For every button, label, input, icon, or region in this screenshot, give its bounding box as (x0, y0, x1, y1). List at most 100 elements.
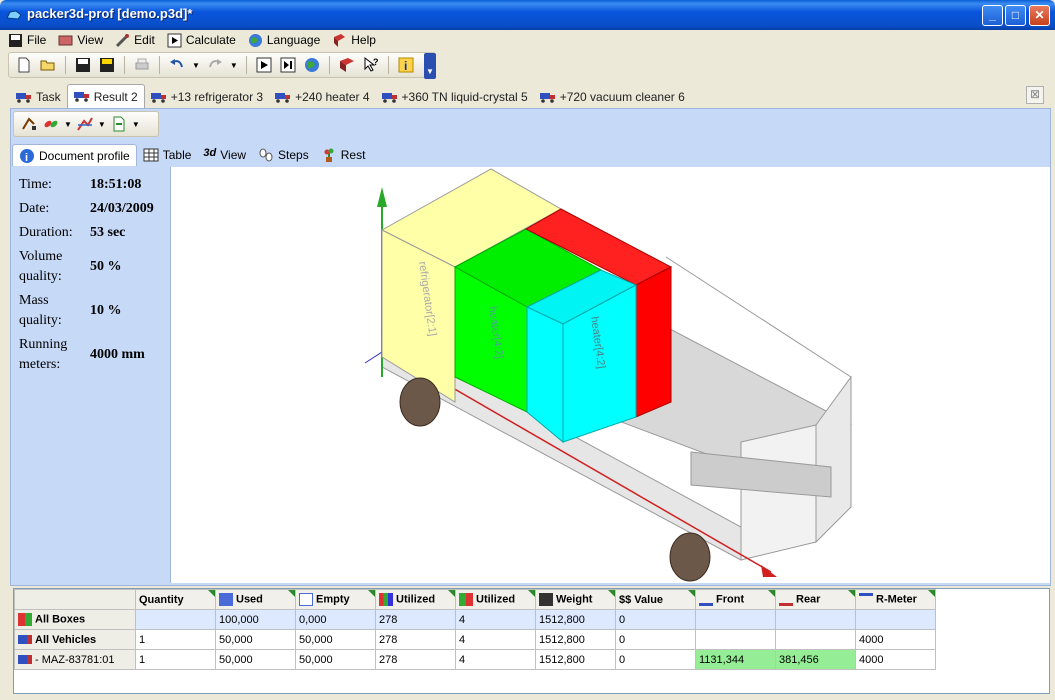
menu-edit[interactable]: Edit (111, 30, 163, 50)
table-icon (143, 148, 159, 162)
help-pointer-icon[interactable]: ? (362, 56, 380, 74)
minimize-button[interactable]: _ (982, 5, 1003, 26)
cell-used[interactable]: 100,000 (215, 609, 296, 630)
table-row-vehicle[interactable]: - MAZ-83781:01 1 50,000 50,000 278 4 151… (14, 649, 936, 670)
tab-refrigerator[interactable]: +13 refrigerator 3 (145, 86, 269, 108)
cell-utilized-types[interactable]: 4 (455, 649, 536, 670)
column-header-value[interactable]: $$ Value (615, 589, 696, 610)
row-header-all-vehicles[interactable]: All Vehicles (14, 629, 136, 650)
maximize-button[interactable]: □ (1005, 5, 1026, 26)
close-tab-button[interactable]: ⊠ (1026, 86, 1044, 104)
cell-empty[interactable]: 0,000 (295, 609, 376, 630)
column-header-r-meter[interactable]: R-Meter (855, 589, 936, 610)
cell-front[interactable]: 1131,344 (695, 649, 776, 670)
cell-utilized-count[interactable]: 278 (375, 649, 456, 670)
tab-liquid-crystal[interactable]: +360 TN liquid-crystal 5 (376, 86, 534, 108)
cell-r-meter[interactable] (855, 609, 936, 630)
chart-icon[interactable] (76, 115, 94, 133)
globe-icon[interactable] (303, 56, 321, 74)
tab-steps[interactable]: Steps (252, 144, 315, 166)
cell-quantity[interactable]: 1 (135, 649, 216, 670)
cell-weight[interactable]: 1512,800 (535, 629, 616, 650)
row-header-all-boxes[interactable]: All Boxes (14, 609, 136, 630)
close-button[interactable]: ✕ (1029, 5, 1050, 26)
redo-icon[interactable] (206, 56, 224, 74)
table-row-all-vehicles[interactable]: All Vehicles 1 50,000 50,000 278 4 1512,… (14, 629, 936, 650)
cell-quantity[interactable]: 1 (135, 629, 216, 650)
menu-language[interactable]: Language (244, 30, 328, 50)
undo-icon[interactable] (168, 56, 186, 74)
cell-rear[interactable] (775, 629, 856, 650)
new-file-icon[interactable] (15, 56, 33, 74)
cell-weight[interactable]: 1512,800 (535, 609, 616, 630)
tab-vacuum-cleaner[interactable]: +720 vacuum cleaner 6 (534, 86, 691, 108)
info-icon[interactable]: i (397, 56, 415, 74)
pills-dropdown-icon[interactable]: ▼ (64, 120, 72, 129)
toolbar-overflow-button[interactable]: ▼ (424, 53, 436, 79)
cell-rear[interactable]: 381,456 (775, 649, 856, 670)
run-icon[interactable] (255, 56, 273, 74)
tab-rest[interactable]: Rest (315, 144, 372, 166)
cell-utilized-count[interactable]: 278 (375, 609, 456, 630)
print-icon[interactable] (133, 56, 151, 74)
undo-dropdown-icon[interactable]: ▼ (192, 61, 200, 70)
menu-calculate[interactable]: Calculate (163, 30, 244, 50)
pills-icon[interactable] (42, 115, 60, 133)
open-folder-icon[interactable] (39, 56, 57, 74)
toolbar-separator (245, 56, 247, 74)
cell-r-meter[interactable]: 4000 (855, 649, 936, 670)
cell-value[interactable]: 0 (615, 649, 696, 670)
column-header-utilized-count[interactable]: Utilized (375, 589, 456, 610)
export-dropdown-icon[interactable]: ▼ (132, 120, 140, 129)
chart-dropdown-icon[interactable]: ▼ (98, 120, 106, 129)
export-icon[interactable] (110, 115, 128, 133)
tab-table[interactable]: Table (137, 144, 198, 166)
step-icon[interactable] (279, 56, 297, 74)
cell-value[interactable]: 0 (615, 629, 696, 650)
row-header-vehicle[interactable]: - MAZ-83781:01 (14, 649, 136, 670)
tab-3d-view[interactable]: 3d View (197, 144, 252, 166)
menu-view[interactable]: View (54, 30, 111, 50)
cell-used[interactable]: 50,000 (215, 649, 296, 670)
table-row-all-boxes[interactable]: All Boxes 100,000 0,000 278 4 1512,800 0 (14, 609, 936, 630)
steps-icon (259, 148, 273, 162)
save-icon[interactable] (74, 56, 92, 74)
cell-weight[interactable]: 1512,800 (535, 649, 616, 670)
red-stack-side (635, 266, 672, 418)
cell-quantity[interactable] (135, 609, 216, 630)
column-header-used[interactable]: Used (215, 589, 296, 610)
weight-icon (539, 593, 553, 606)
menu-help[interactable]: Help (328, 30, 384, 50)
boxes-icon (18, 613, 32, 626)
save-as-icon[interactable] (98, 56, 116, 74)
cell-utilized-types[interactable]: 4 (455, 609, 536, 630)
cell-front[interactable] (695, 609, 776, 630)
redo-dropdown-icon[interactable]: ▼ (230, 61, 238, 70)
book-icon[interactable] (338, 56, 356, 74)
eye-icon (58, 35, 73, 45)
cell-value[interactable]: 0 (615, 609, 696, 630)
tab-document-profile[interactable]: i Document profile (12, 144, 137, 166)
cell-rear[interactable] (775, 609, 856, 630)
column-header-utilized-types[interactable]: Utilized (455, 589, 536, 610)
cell-empty[interactable]: 50,000 (295, 649, 376, 670)
tab-heater[interactable]: +240 heater 4 (269, 86, 375, 108)
tab-task[interactable]: Task (10, 86, 67, 108)
cell-used[interactable]: 50,000 (215, 629, 296, 650)
3d-view-canvas[interactable]: refrigerator[2:1] heater[4:2] heater[4:2… (170, 167, 1050, 583)
toolbar-separator (124, 56, 125, 74)
loader-icon[interactable] (20, 115, 38, 133)
column-header-weight[interactable]: Weight (535, 589, 616, 610)
cell-front[interactable] (695, 629, 776, 650)
column-header-quantity[interactable]: Quantity (135, 589, 216, 610)
column-header-front[interactable]: Front (695, 589, 776, 610)
menu-file[interactable]: File (4, 30, 54, 50)
column-header-rear[interactable]: Rear (775, 589, 856, 610)
cell-utilized-count[interactable]: 278 (375, 629, 456, 650)
tab-result-2[interactable]: Result 2 (66, 84, 145, 108)
cell-r-meter[interactable]: 4000 (855, 629, 936, 650)
cell-empty[interactable]: 50,000 (295, 629, 376, 650)
cell-utilized-types[interactable]: 4 (455, 629, 536, 650)
column-header-empty[interactable]: Empty (295, 589, 376, 610)
document-profile-panel: Time: 18:51:08 Date: 24/03/2009 Duration… (12, 167, 168, 583)
